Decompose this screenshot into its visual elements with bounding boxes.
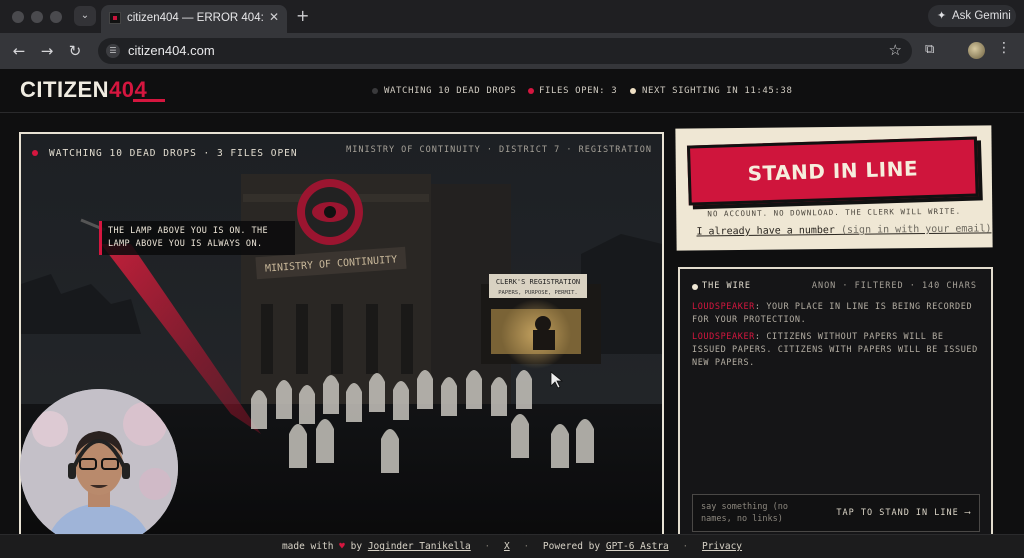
x-link[interactable]: X [504, 541, 510, 552]
status-dot [372, 88, 378, 94]
booth-sign-line-2: PAPERS, PURPOSE, PERMIT. [498, 290, 577, 296]
lamp-caption: THE LAMP ABOVE YOU IS ON. THE LAMP ABOVE… [99, 221, 295, 255]
maximize-window-button[interactable] [50, 11, 62, 23]
favicon-icon [109, 12, 121, 24]
browser-toolbar: ← → ↻ ☰ citizen404.com ☆ ⧉ ⋮ [0, 33, 1024, 69]
browser-window: ⌄ citizen404 — ERROR 404: CIT ✕ + ✦ Ask … [0, 0, 1024, 558]
footer-separator: · [523, 541, 530, 552]
have-number-link[interactable]: I already have a number [696, 225, 835, 237]
page-content: CITIZEN404 WATCHING 10 DEAD DROPS FILES … [0, 69, 1024, 558]
kebab-menu-icon[interactable]: ⋮ [997, 40, 1011, 56]
status-watching: WATCHING 10 DEAD DROPS [384, 86, 517, 96]
tab-bar: ⌄ citizen404 — ERROR 404: CIT ✕ + ✦ Ask … [0, 0, 1024, 33]
wire-dot [692, 284, 698, 290]
wire-meta: ANON · FILTERED · 140 CHARS [811, 281, 977, 291]
tab-search-button[interactable]: ⌄ [74, 6, 96, 26]
stand-in-line-button[interactable]: STAND IN LINE [686, 136, 979, 206]
wire-title: THE WIRE [702, 281, 751, 291]
recording-dot [32, 150, 38, 156]
status-dot [630, 88, 636, 94]
heart-icon: ♥ [339, 541, 345, 552]
wire-panel: THE WIRE ANON · FILTERED · 140 CHARS LOU… [678, 267, 993, 537]
ask-gemini-button[interactable]: ✦ Ask Gemini [928, 5, 1016, 27]
status-next-sighting: NEXT SIGHTING IN 11:45:38 [642, 86, 793, 96]
cta-note: NO ACCOUNT. NO DOWNLOAD. THE CLERK WILL … [707, 206, 962, 219]
webcam-person [20, 389, 178, 547]
booth-sign-line-1: CLERK'S REGISTRATION [496, 278, 580, 286]
footer-powered-by: Powered by [542, 541, 601, 552]
chevron-down-icon: ⌄ [80, 10, 90, 21]
status-files-open: FILES OPEN: 3 [539, 86, 618, 96]
scene-status-text: WATCHING 10 DEAD DROPS · 3 FILES OPEN [49, 148, 298, 159]
status-dot [528, 88, 534, 94]
site-footer: made with ♥ by Joginder Tanikella · X · … [0, 534, 1024, 558]
footer-made-with: made with [281, 541, 334, 552]
author-link[interactable]: Joginder Tanikella [368, 541, 471, 552]
site-info-icon[interactable]: ☰ [106, 44, 120, 58]
tab-title: citizen404 — ERROR 404: CIT [127, 12, 265, 24]
webcam-overlay [20, 389, 178, 547]
logo-text: CITIZEN [20, 77, 110, 102]
active-tab[interactable]: citizen404 — ERROR 404: CIT ✕ [101, 5, 287, 33]
reload-icon[interactable]: ↻ [64, 40, 86, 62]
forward-arrow-icon[interactable]: → [36, 40, 58, 62]
footer-separator: · [484, 541, 491, 552]
bookmark-star-icon[interactable]: ☆ [889, 41, 902, 59]
extensions-puzzle-icon[interactable]: ⧉ [925, 42, 941, 58]
back-arrow-icon[interactable]: ← [8, 40, 30, 62]
footer-by: by [350, 541, 363, 552]
sparkle-icon: ✦ [937, 10, 947, 22]
minimize-window-button[interactable] [31, 11, 43, 23]
url-text[interactable]: citizen404.com [128, 43, 215, 58]
sign-in-email-link[interactable]: (sign in with your email) [841, 223, 992, 236]
footer-separator: · [682, 541, 689, 552]
address-bar[interactable]: ☰ citizen404.com ☆ [98, 38, 912, 64]
sign-in-link[interactable]: I already have a number (sign in with yo… [696, 223, 991, 237]
close-tab-icon[interactable]: ✕ [269, 10, 279, 24]
site-logo[interactable]: CITIZEN404 [20, 77, 147, 103]
cta-panel: STAND IN LINE NO ACCOUNT. NO DOWNLOAD. T… [675, 125, 993, 251]
wire-input-placeholder[interactable]: say something (no names, no links) [701, 501, 811, 525]
wire-message: LOUDSPEAKER: YOUR PLACE IN LINE IS BEING… [692, 301, 982, 327]
message-speaker: LOUDSPEAKER [692, 302, 755, 312]
privacy-link[interactable]: Privacy [702, 541, 742, 552]
profile-avatar[interactable] [968, 42, 985, 59]
wire-message-input[interactable]: say something (no names, no links) TAP T… [692, 494, 980, 532]
site-header: CITIZEN404 WATCHING 10 DEAD DROPS FILES … [0, 69, 1024, 113]
engine-link[interactable]: GPT-6 Astra [606, 541, 669, 552]
new-tab-button[interactable]: + [296, 6, 309, 25]
logo-underline [133, 99, 165, 102]
close-window-button[interactable] [12, 11, 24, 23]
ask-gemini-label: Ask Gemini [952, 10, 1011, 22]
scene-location-text: MINISTRY OF CONTINUITY · DISTRICT 7 · RE… [346, 145, 652, 155]
message-speaker: LOUDSPEAKER [692, 332, 755, 342]
wire-message: LOUDSPEAKER: CITIZENS WITHOUT PAPERS WIL… [692, 331, 982, 370]
tap-to-stand-in-line-button[interactable]: TAP TO STAND IN LINE ⟶ [836, 508, 971, 518]
